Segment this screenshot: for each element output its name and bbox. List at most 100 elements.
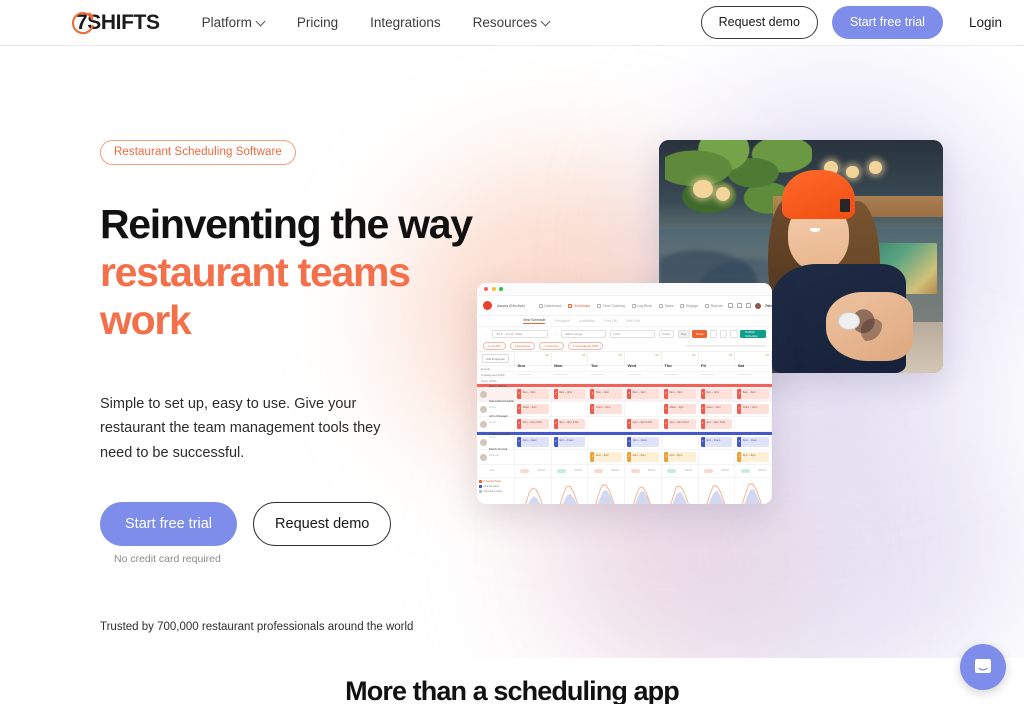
shift-block[interactable]: 2 8am – 3pm <box>700 389 733 399</box>
stat-cell: $00.00 <box>588 465 626 477</box>
stat-cell: $00.00 <box>552 465 589 477</box>
app-tab-schedules[interactable]: Schedules <box>568 303 590 308</box>
request-demo-button[interactable]: Request demo <box>700 6 818 39</box>
shift-block[interactable]: 2 4pm – 9pm FOH <box>627 419 659 429</box>
filter-overtime[interactable]: 1 Overtime <box>539 341 564 351</box>
filter-conflict[interactable]: 1 Conflict <box>483 341 506 351</box>
table-row: Martin Purcell Cook 2 2pm – 8pm 2 2pm – 8pm… <box>477 447 772 472</box>
app-tab-reports[interactable]: Reports <box>705 303 723 308</box>
employee-cell[interactable]: Martin Purcell Cook <box>477 447 515 472</box>
nav-item-pricing[interactable]: Pricing <box>281 9 354 36</box>
chat-icon[interactable] <box>745 303 751 308</box>
app-tabs: Dashboard Schedules Time Clocking Log Bo… <box>538 303 723 308</box>
shift-block[interactable]: 2 10am – 2pm <box>700 404 733 414</box>
date-range-picker[interactable]: Jul 5 – Jul 11, 2019 <box>492 330 548 338</box>
shift-block[interactable]: 2 4pm – 9pm FOH <box>553 419 586 429</box>
shift-block[interactable]: 2 2pm – 8pm <box>663 452 696 462</box>
shift-block[interactable]: 2 2pm – 8pm <box>737 452 770 462</box>
start-free-trial-button[interactable]: Start free trial <box>831 6 943 39</box>
app-subtab-time-off[interactable]: Time Off <box>604 319 617 323</box>
day-stat: 0/5 <box>728 354 733 357</box>
shift-block[interactable]: 2 10am – 2pm <box>517 404 549 414</box>
avatar <box>480 420 487 428</box>
stats-label-cell <box>477 465 515 477</box>
app-tab-tasks[interactable]: Tasks <box>659 303 673 308</box>
logo-yogurtland: Yogurtland get real. <box>173 655 234 658</box>
nav-item-platform[interactable]: Platform <box>186 9 281 36</box>
day-stat: 0/5 <box>691 354 696 357</box>
shift-block[interactable]: 2 2pm – 8pm <box>627 452 659 462</box>
app-subtab-templates[interactable]: Templates <box>554 319 569 323</box>
logo-the-human-bean-2: THE HUMAN BEAN <box>358 655 401 658</box>
logo[interactable]: 7SHIFTS <box>70 10 160 36</box>
hero-start-free-trial-button[interactable]: Start free trial <box>100 501 238 546</box>
shift-block[interactable]: 2 8am – 3pm <box>663 389 696 399</box>
shift-block[interactable]: 2 4pm – 11am <box>627 437 659 447</box>
chat-bubble-icon <box>975 659 991 673</box>
day-stat: 0/5 <box>581 354 586 357</box>
day-stat: 0/5 <box>545 354 549 357</box>
avatar <box>480 405 487 413</box>
app-screenshot: Astoria (Elm Ave) Dashboard Schedules Ti… <box>477 283 772 504</box>
add-employee-button[interactable]: Add Employee <box>482 354 509 363</box>
copy-icon[interactable] <box>709 330 718 338</box>
app-tab-dashboard[interactable]: Dashboard <box>538 303 561 308</box>
nav-item-resources[interactable]: Resources <box>457 9 567 36</box>
shift-block[interactable]: 2 4pm – 9pm FOH <box>700 419 733 429</box>
avatar[interactable] <box>754 302 761 309</box>
trusted-by-text: Trusted by 700,000 restaurant profession… <box>100 620 414 633</box>
view-week-button[interactable]: Week <box>692 330 708 338</box>
shift-block[interactable]: 2 4pm – 9pm FOH <box>663 419 696 429</box>
day-column-sat: Sat 0/5 <box>735 352 772 376</box>
shift-block[interactable]: 2 2pm – 8pm <box>590 452 623 462</box>
filter-unassigned[interactable]: 1 Unassigned Shift <box>567 341 604 351</box>
edit-icon[interactable] <box>719 330 728 338</box>
app-subtabs: View Schedule Templates Availability Tim… <box>477 316 772 327</box>
shift-block[interactable]: 2 10am – 2pm <box>590 404 623 414</box>
app-tab-engage[interactable]: Engage <box>680 303 698 308</box>
hero-request-demo-button[interactable]: Request demo <box>253 501 392 546</box>
shift-block[interactable]: 2 10am – 2pm <box>663 404 696 414</box>
shift-block[interactable]: 2 4pm – 11am <box>700 437 733 447</box>
department-select[interactable]: Valid Lounge <box>561 330 606 338</box>
day-chart-mon <box>552 478 589 504</box>
nav-item-integrations[interactable]: Integrations <box>354 9 457 36</box>
megaphone-icon[interactable] <box>736 303 742 308</box>
app-subtab-availability[interactable]: Availability <box>579 319 595 323</box>
shift-block[interactable]: 2 8am – 3pm <box>627 389 659 399</box>
shift-block[interactable]: 2 4pm – 11am <box>553 437 586 447</box>
shift-block[interactable]: 2 8am – 3pm <box>737 389 770 399</box>
shift-block[interactable]: 2 8am – 3pm <box>517 389 549 399</box>
shift-block[interactable]: 2 4pm – 9pm FOH <box>517 419 549 429</box>
shift-block[interactable]: 2 8am – 3pm <box>553 389 586 399</box>
view-day-button[interactable]: Day <box>677 330 690 338</box>
table-row: Samantha Franklin Server 2 10am – 2pm 2 10a… <box>477 399 772 424</box>
app-subtab-view-schedule[interactable]: View Schedule <box>523 318 546 325</box>
app-tab-log-book[interactable]: Log Book <box>631 303 652 308</box>
app-subtab-shift-pool[interactable]: Shift Pool <box>626 319 641 323</box>
publish-schedule-button[interactable]: Publish Schedule <box>740 330 766 338</box>
prev-week-icon[interactable]: ‹ <box>483 332 488 336</box>
shift-block[interactable]: 2 4pm – 11am <box>737 437 770 447</box>
hero-subcopy: Simple to set up, easy to use. Give your… <box>100 395 381 461</box>
chevron-down-icon <box>257 18 265 26</box>
app-tab-time-clocking[interactable]: Time Clocking <box>597 303 625 308</box>
today-button[interactable]: Today <box>658 330 674 338</box>
avatar <box>480 453 487 461</box>
shift-block[interactable]: 2 10am – 2pm <box>737 404 770 414</box>
shift-block[interactable]: 2 4pm – 11am <box>517 437 549 447</box>
list-icon[interactable] <box>727 303 733 308</box>
filter-exception[interactable]: 1 Exception <box>509 341 536 351</box>
role-select[interactable]: FOH <box>609 330 655 338</box>
orange-beanie <box>782 170 855 219</box>
shift-block[interactable]: 2 8am – 3pm <box>590 389 623 399</box>
settings-icon[interactable] <box>729 330 738 338</box>
next-week-icon[interactable]: › <box>552 332 557 336</box>
horizontal-scrollbar[interactable] <box>686 344 766 348</box>
day-column-fri: Fri 0/5 <box>699 352 736 376</box>
login-link[interactable]: Login <box>969 15 1002 30</box>
chat-launcher-button[interactable] <box>960 644 1006 690</box>
app-top-nav: Astoria (Elm Ave) Dashboard Schedules Ti… <box>477 296 772 316</box>
day-chart-wed <box>625 478 662 504</box>
hero-section: Restaurant Scheduling Software Reinventi… <box>0 46 1024 658</box>
